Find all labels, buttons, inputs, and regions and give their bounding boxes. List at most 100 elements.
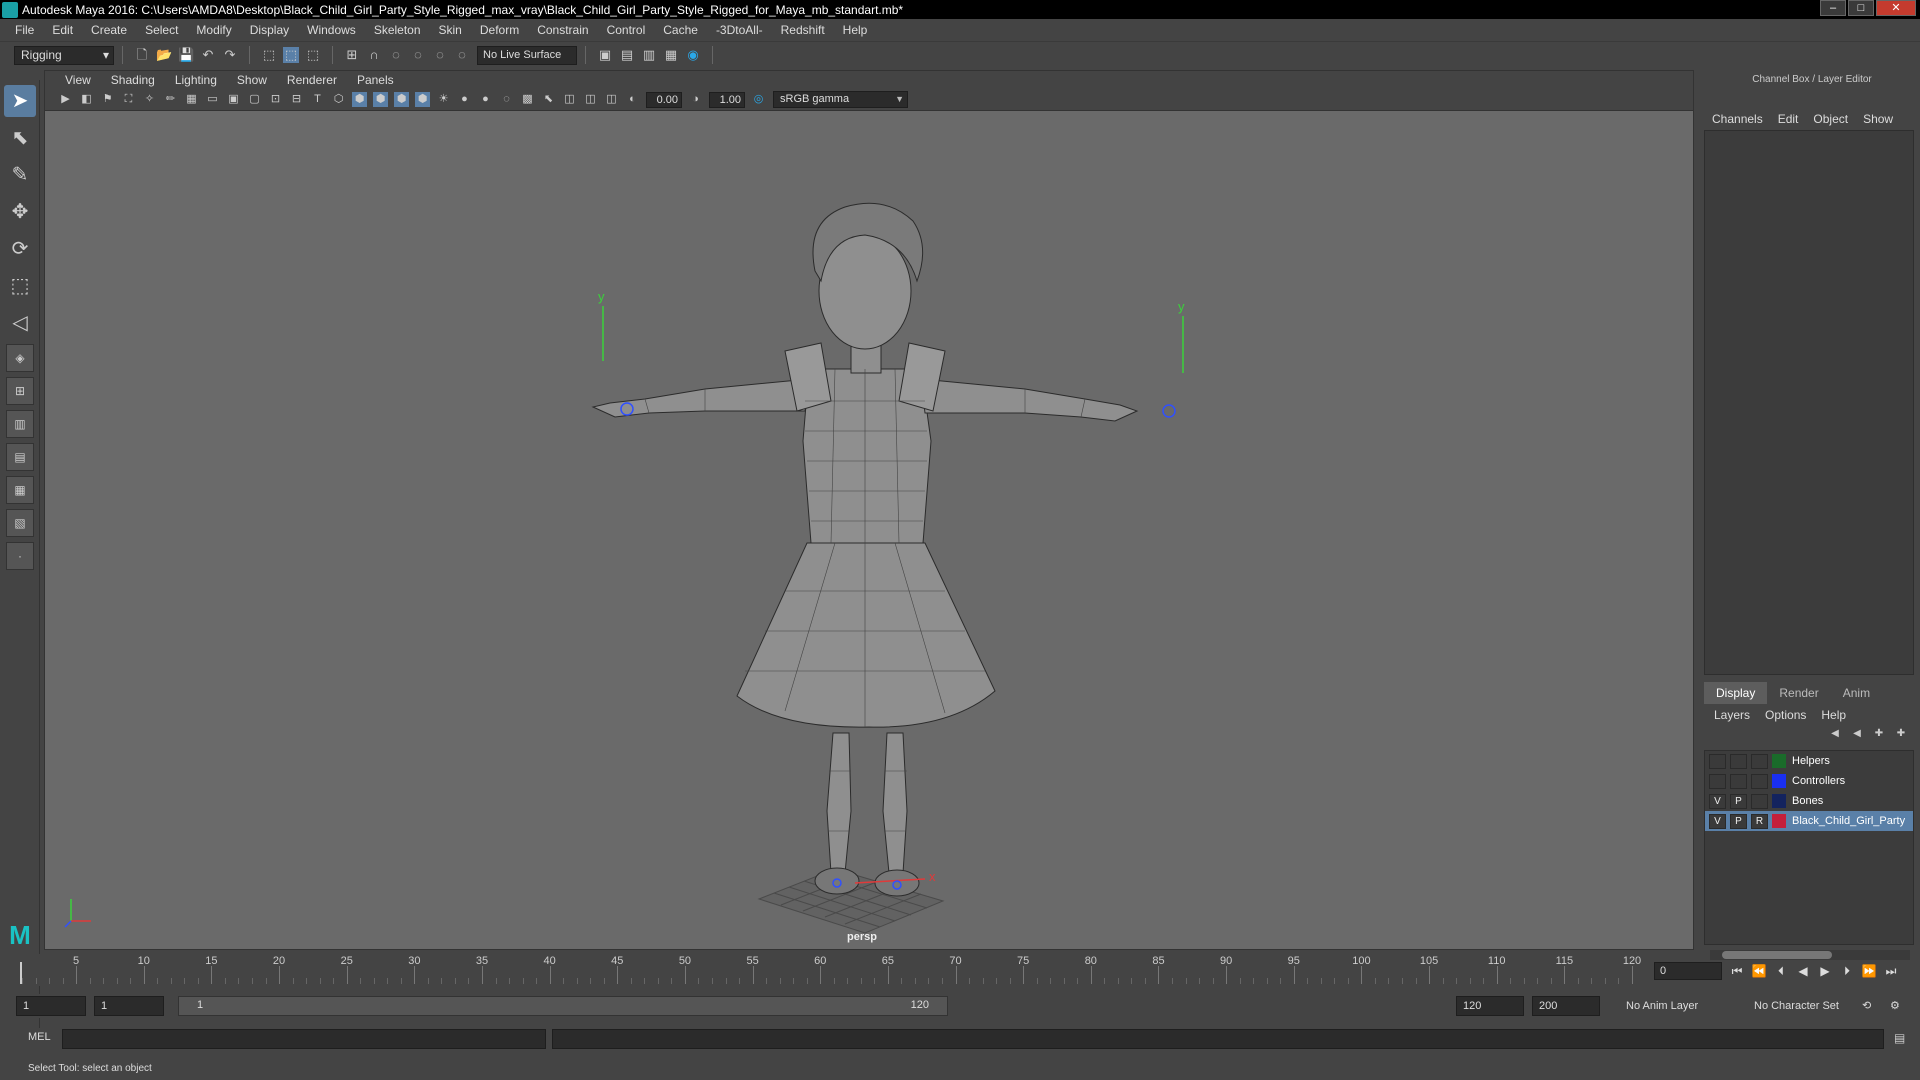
xray-joints-icon[interactable]: ◫ [604, 92, 619, 107]
step-forward-key-icon[interactable]: ⏩ [1860, 962, 1878, 980]
color-management-icon[interactable]: ◎ [751, 92, 766, 107]
use-all-lights-icon[interactable]: ⬢ [415, 92, 430, 107]
menu-set-dropdown[interactable]: Rigging ▾ [14, 45, 114, 65]
layer-color-swatch[interactable] [1772, 774, 1786, 788]
channels-menu[interactable]: Channels [1712, 112, 1763, 126]
open-scene-icon[interactable]: 📂 [156, 47, 172, 63]
anim-layer-dropdown[interactable]: No Anim Layer [1626, 996, 1744, 1016]
panel-menu-view[interactable]: View [55, 73, 101, 87]
menu-skeleton[interactable]: Skeleton [365, 23, 430, 37]
image-plane-icon[interactable]: ⛶ [121, 92, 136, 107]
lasso-tool-icon[interactable]: ⬉ [4, 122, 36, 154]
menu-edit[interactable]: Edit [43, 23, 82, 37]
layer-playback-toggle[interactable]: P [1730, 813, 1747, 829]
more-layouts-icon[interactable]: · [6, 542, 34, 570]
playback-end-field[interactable]: 120 [1456, 996, 1524, 1016]
current-frame-field[interactable]: 0 [1654, 962, 1722, 980]
gate-mask-icon[interactable]: ▢ [247, 92, 262, 107]
new-scene-icon[interactable]: 🗋 [134, 47, 150, 63]
play-forward-icon[interactable]: ▶ [1816, 962, 1834, 980]
panel-menu-renderer[interactable]: Renderer [277, 73, 347, 87]
menu-skin[interactable]: Skin [430, 23, 471, 37]
tab-anim[interactable]: Anim [1830, 682, 1883, 704]
safe-action-icon[interactable]: ⊟ [289, 92, 304, 107]
gamma-field[interactable]: 1.00 [709, 91, 745, 108]
go-to-start-icon[interactable]: ⏮ [1728, 962, 1746, 980]
persp-graph-layout-icon[interactable]: ▤ [6, 443, 34, 471]
layer-visibility-toggle[interactable]: V [1709, 813, 1726, 829]
move-layer-down-icon[interactable]: ◀ [1849, 728, 1865, 742]
camera-attributes-icon[interactable]: ◧ [79, 92, 94, 107]
menu-windows[interactable]: Windows [298, 23, 365, 37]
character-set-dropdown[interactable]: No Character Set [1754, 996, 1864, 1016]
layer-row[interactable]: V P Bones [1705, 791, 1913, 811]
gamma-icon[interactable]: ◑ [688, 92, 703, 107]
paint-select-tool-icon[interactable]: ✎ [4, 159, 36, 191]
resolution-gate-icon[interactable]: ▣ [226, 92, 241, 107]
textured-icon[interactable]: ⬢ [394, 92, 409, 107]
exposure-field[interactable]: 0.00 [646, 91, 682, 108]
panel-menu-lighting[interactable]: Lighting [165, 73, 227, 87]
motion-blur-icon[interactable]: ● [478, 92, 493, 107]
object-menu[interactable]: Object [1813, 112, 1848, 126]
layer-list-scrollbar[interactable] [1710, 950, 1910, 960]
panel-menu-shading[interactable]: Shading [101, 73, 165, 87]
menu-modify[interactable]: Modify [187, 23, 240, 37]
rotate-tool-icon[interactable]: ⟳ [4, 233, 36, 265]
persp-outliner-layout-icon[interactable]: ▥ [6, 410, 34, 438]
ipr-render-icon[interactable]: ▥ [641, 47, 657, 63]
xray-icon[interactable]: ◫ [562, 92, 577, 107]
smooth-shade-icon[interactable]: ⬢ [352, 92, 367, 107]
help-menu[interactable]: Help [1821, 708, 1846, 722]
select-component-icon[interactable]: ⬚ [305, 47, 321, 63]
scale-tool-icon[interactable]: ⬚ [4, 270, 36, 302]
menu-help[interactable]: Help [834, 23, 877, 37]
minimize-button[interactable]: – [1820, 0, 1846, 16]
undo-icon[interactable]: ↶ [200, 47, 216, 63]
2d-pan-zoom-icon[interactable]: ✧ [142, 92, 157, 107]
command-input[interactable] [62, 1029, 546, 1049]
depth-of-field-icon[interactable]: ▩ [520, 92, 535, 107]
layer-playback-toggle[interactable] [1730, 753, 1747, 769]
bookmark-icon[interactable]: ⚑ [100, 92, 115, 107]
live-surface-field[interactable]: No Live Surface [477, 45, 577, 65]
outliner-layout-icon[interactable]: ▧ [6, 509, 34, 537]
tab-render[interactable]: Render [1767, 682, 1831, 704]
film-gate-icon[interactable]: ▭ [205, 92, 220, 107]
new-layer-selected-icon[interactable]: ✚ [1893, 728, 1909, 742]
maximize-button[interactable]: □ [1848, 0, 1874, 16]
layer-playback-toggle[interactable] [1730, 773, 1747, 789]
snap-surface-icon[interactable]: ◌ [454, 47, 470, 63]
go-to-end-icon[interactable]: ⏭ [1882, 962, 1900, 980]
scrollbar-thumb[interactable] [1722, 951, 1832, 959]
grid-icon[interactable]: ▦ [184, 92, 199, 107]
select-hierarchy-icon[interactable]: ⬚ [261, 47, 277, 63]
menu-constrain[interactable]: Constrain [528, 23, 597, 37]
shadows-icon[interactable]: ☀ [436, 92, 451, 107]
layer-color-swatch[interactable] [1772, 794, 1786, 808]
anti-aliasing-icon[interactable]: ◌ [499, 92, 514, 107]
menu-redshift[interactable]: Redshift [772, 23, 834, 37]
time-slider[interactable]: 5 10 15 20 25 30 35 40 45 50 55 60 65 70 75 80 85 90 95 100… [16, 954, 1646, 986]
step-forward-frame-icon[interactable]: ⏵ [1838, 962, 1856, 980]
select-tool-icon[interactable]: ➤ [4, 85, 36, 117]
wireframe-icon[interactable]: ⬡ [331, 92, 346, 107]
mel-label[interactable]: MEL [28, 1031, 51, 1043]
layer-visibility-toggle[interactable] [1709, 773, 1726, 789]
layer-display-type-toggle[interactable]: R [1751, 813, 1768, 829]
safe-title-icon[interactable]: T [310, 92, 325, 107]
edit-menu[interactable]: Edit [1778, 112, 1799, 126]
layers-menu[interactable]: Layers [1714, 708, 1750, 722]
layer-row[interactable]: Controllers [1705, 771, 1913, 791]
isolate-select-icon[interactable]: ⬉ [541, 92, 556, 107]
close-button[interactable]: ✕ [1876, 0, 1916, 16]
options-menu[interactable]: Options [1765, 708, 1806, 722]
snap-grid-icon[interactable]: ⊞ [344, 47, 360, 63]
show-menu[interactable]: Show [1863, 112, 1893, 126]
layer-playback-toggle[interactable]: P [1730, 793, 1747, 809]
start-time-field[interactable]: 1 [16, 996, 86, 1016]
last-tool-icon[interactable]: ◁ [4, 307, 36, 339]
hypershade-layout-icon[interactable]: ▦ [6, 476, 34, 504]
layer-row[interactable]: V P R Black_Child_Girl_Party [1705, 811, 1913, 831]
render-view-icon[interactable]: ▣ [597, 47, 613, 63]
